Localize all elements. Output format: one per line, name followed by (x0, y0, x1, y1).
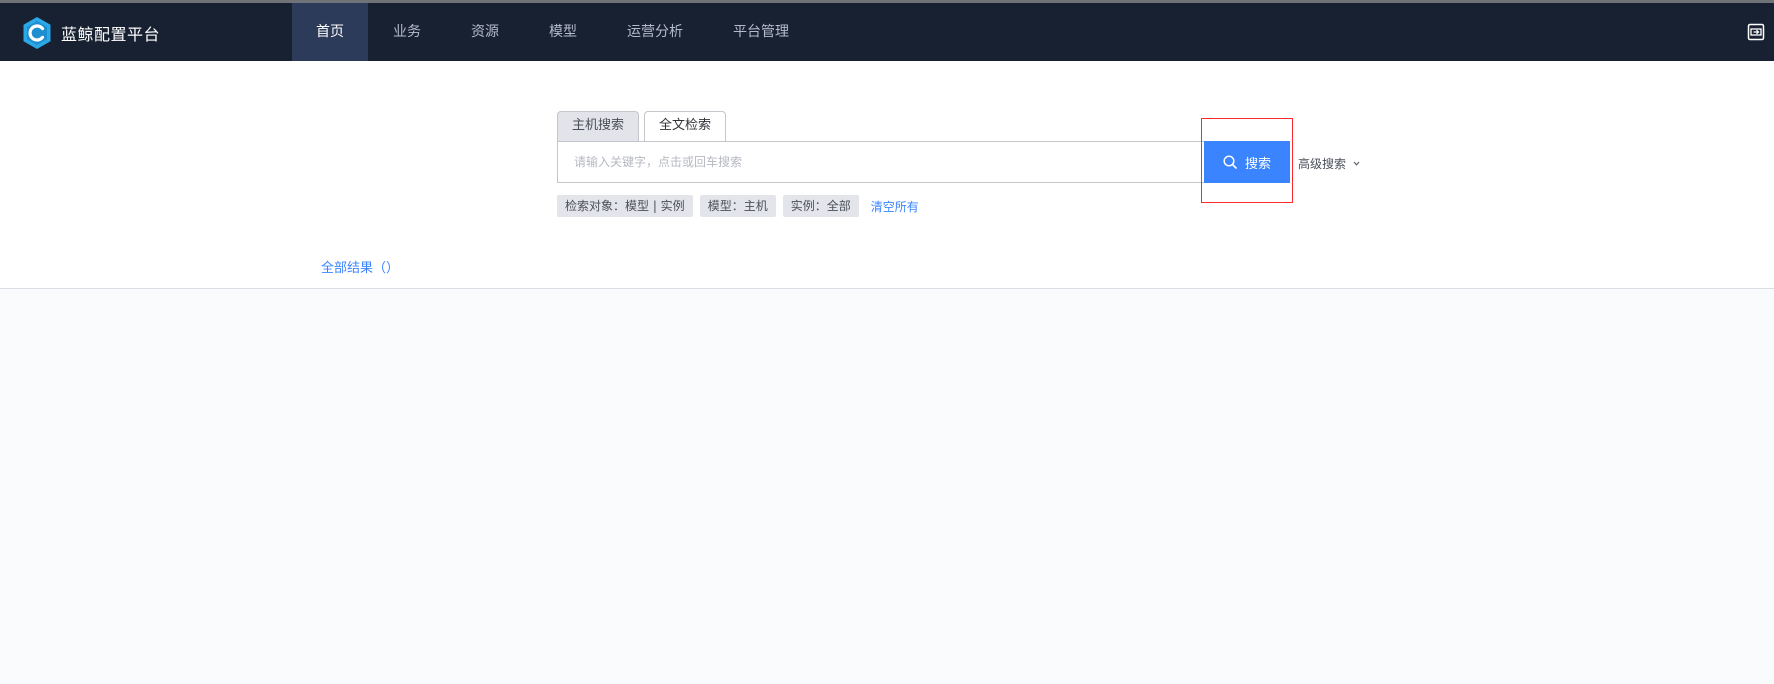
search-input[interactable] (557, 141, 1204, 183)
clear-all-link[interactable]: 清空所有 (871, 198, 919, 215)
results-title[interactable]: 全部结果（） (321, 257, 399, 276)
brand[interactable]: 蓝鲸配置平台 (22, 16, 160, 50)
main-nav: 首页 业务 资源 模型 运营分析 平台管理 (292, 3, 814, 61)
filter-chips: 检索对象：模型 | 实例 模型：主机 实例：全部 清空所有 (557, 195, 919, 217)
filter-chip-model[interactable]: 模型：主机 (699, 195, 776, 217)
search-panel: 主机搜索 全文检索 搜索 高级搜索 检索对象：模型 | 实例 模型：主机 实例：… (0, 61, 1774, 289)
filter-chip-instance[interactable]: 实例：全部 (782, 195, 859, 217)
app-name: 蓝鲸配置平台 (61, 25, 161, 44)
search-tabs: 主机搜索 全文检索 (557, 111, 731, 142)
chevron-down-icon (1353, 161, 1360, 166)
nav-item-business[interactable]: 业务 (368, 3, 446, 61)
search-button-label: 搜索 (1244, 155, 1271, 171)
search-button[interactable]: 搜索 (1204, 141, 1290, 183)
nav-item-model[interactable]: 模型 (524, 3, 602, 61)
top-navbar: 蓝鲸配置平台 首页 业务 资源 模型 运营分析 平台管理 (0, 0, 1774, 61)
tab-host-search[interactable]: 主机搜索 (557, 111, 640, 141)
search-icon (1223, 155, 1237, 169)
advanced-search-toggle[interactable]: 高级搜索 (1298, 155, 1361, 172)
nav-item-analysis[interactable]: 运营分析 (602, 3, 708, 61)
nav-item-platform-management[interactable]: 平台管理 (708, 3, 814, 61)
filter-chip-scope[interactable]: 检索对象：模型 | 实例 (557, 195, 693, 217)
exit-icon[interactable] (1747, 23, 1765, 41)
bk-cmdb-logo-icon (23, 17, 51, 49)
nav-item-home[interactable]: 首页 (292, 3, 368, 61)
tab-fulltext-search[interactable]: 全文检索 (644, 111, 727, 142)
nav-item-resource[interactable]: 资源 (446, 3, 524, 61)
advanced-search-label: 高级搜索 (1298, 157, 1347, 171)
